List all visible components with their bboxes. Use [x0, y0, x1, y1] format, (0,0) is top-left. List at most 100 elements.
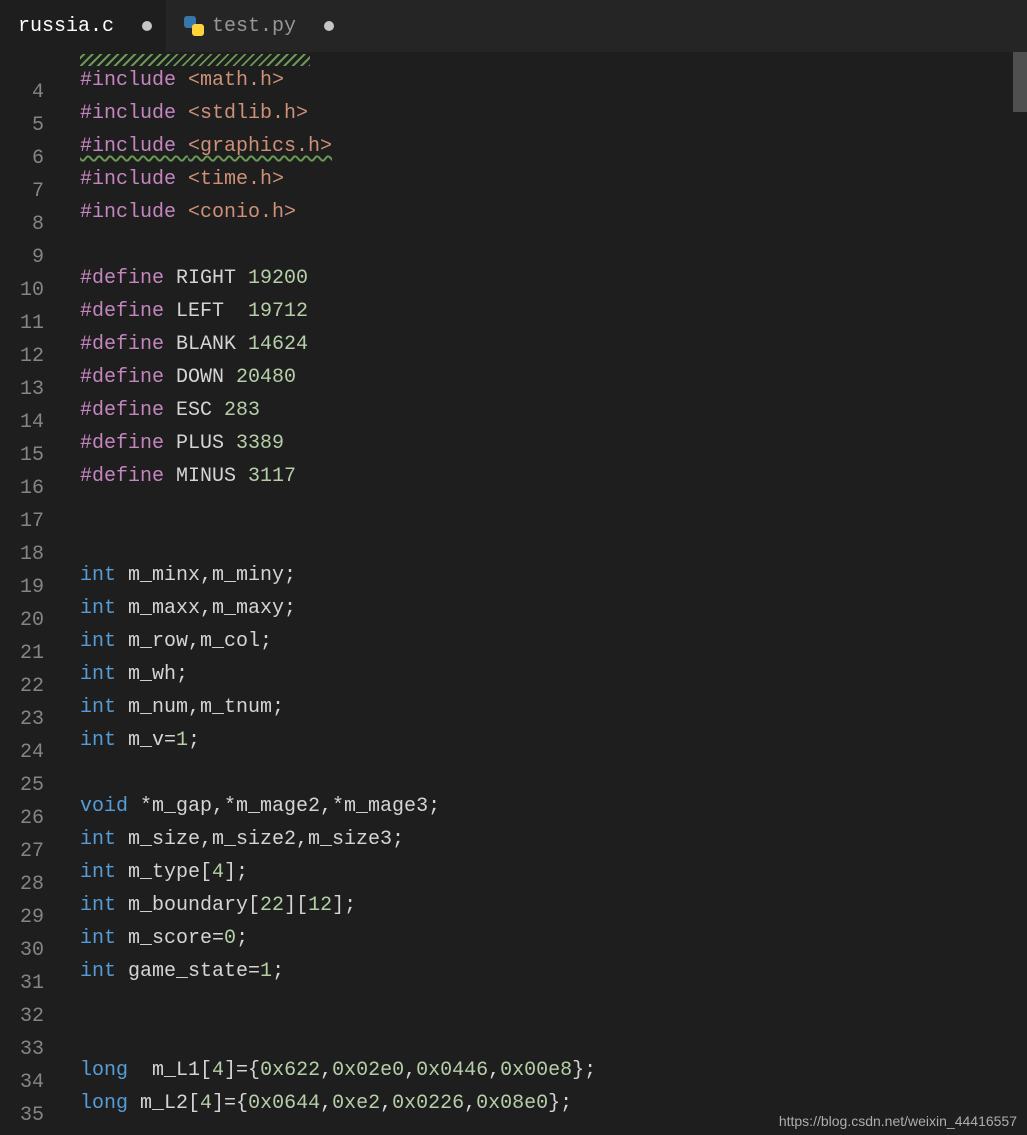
code-token: }; [548, 1092, 572, 1115]
code-line[interactable]: int m_maxx,m_maxy; [80, 592, 1027, 625]
code-token: #include [80, 201, 188, 224]
code-token: m_num,m_tnum; [116, 696, 284, 719]
line-number: 34 [0, 1066, 44, 1099]
code-token: 0x00e8 [500, 1059, 572, 1082]
editor-tab-russia-c[interactable]: russia.c [0, 0, 166, 52]
code-token: *m_gap,*m_mage2,*m_mage3; [128, 795, 440, 818]
code-token: #include [80, 69, 188, 92]
code-token: ]={ [212, 1092, 248, 1115]
code-token: DOWN [164, 366, 236, 389]
line-number: 16 [0, 472, 44, 505]
code-token: BLANK [164, 333, 248, 356]
code-line[interactable]: int m_score=0; [80, 922, 1027, 955]
code-token: int [80, 861, 116, 884]
code-line[interactable] [80, 757, 1027, 790]
line-number: 35 [0, 1099, 44, 1132]
code-token: <math.h> [188, 69, 284, 92]
code-token: ]; [332, 894, 356, 917]
code-token: int [80, 894, 116, 917]
code-line[interactable]: #define BLANK 14624 [80, 328, 1027, 361]
code-line[interactable]: int m_type[4]; [80, 856, 1027, 889]
code-line[interactable]: #define RIGHT 19200 [80, 262, 1027, 295]
code-area[interactable]: #include <math.h>#include <stdlib.h>#inc… [62, 52, 1027, 1135]
code-line[interactable]: #include <time.h> [80, 163, 1027, 196]
code-token: 22 [260, 894, 284, 917]
code-token: m_minx,m_miny; [116, 564, 296, 587]
code-token: void [80, 795, 128, 818]
code-line[interactable]: #define ESC 283 [80, 394, 1027, 427]
code-token: long [80, 1092, 128, 1115]
code-line[interactable]: #include <stdlib.h> [80, 97, 1027, 130]
code-token: m_size,m_size2,m_size3; [116, 828, 404, 851]
code-token: #define [80, 399, 164, 422]
code-line[interactable]: int m_wh; [80, 658, 1027, 691]
vertical-scrollbar[interactable] [1013, 52, 1027, 112]
line-number: 11 [0, 307, 44, 340]
code-token: ; [236, 927, 248, 950]
code-token: m_L1[ [128, 1059, 212, 1082]
editor-tab-test-py[interactable]: test.py [166, 0, 348, 52]
code-line[interactable]: void *m_gap,*m_mage2,*m_mage3; [80, 790, 1027, 823]
line-number: 33 [0, 1033, 44, 1066]
code-editor[interactable]: 4567891011121314151617181920212223242526… [0, 52, 1027, 1135]
code-line[interactable]: int m_v=1; [80, 724, 1027, 757]
code-line[interactable] [80, 493, 1027, 526]
code-line[interactable] [80, 1021, 1027, 1054]
code-token: <conio.h> [188, 201, 296, 224]
code-token: <graphics.h> [188, 135, 332, 158]
code-token: 3117 [248, 465, 296, 488]
code-token: , [380, 1092, 392, 1115]
code-token: 4 [212, 1059, 224, 1082]
code-line[interactable] [80, 988, 1027, 1021]
code-token: , [488, 1059, 500, 1082]
code-line[interactable]: int m_boundary[22][12]; [80, 889, 1027, 922]
code-line[interactable]: long m_L1[4]={0x622,0x02e0,0x0446,0x00e8… [80, 1054, 1027, 1087]
code-token: int [80, 828, 116, 851]
line-number: 12 [0, 340, 44, 373]
code-token: int [80, 630, 116, 653]
code-line[interactable]: #define DOWN 20480 [80, 361, 1027, 394]
code-token: 19200 [248, 267, 308, 290]
line-number: 18 [0, 538, 44, 571]
code-token: ][ [284, 894, 308, 917]
line-number: 21 [0, 637, 44, 670]
code-token: PLUS [164, 432, 236, 455]
code-line[interactable] [80, 229, 1027, 262]
code-line[interactable]: int m_num,m_tnum; [80, 691, 1027, 724]
code-line[interactable]: #define LEFT 19712 [80, 295, 1027, 328]
code-line[interactable]: #include <math.h> [80, 64, 1027, 97]
code-token: , [320, 1092, 332, 1115]
code-token: 12 [308, 894, 332, 917]
code-line[interactable]: #include <conio.h> [80, 196, 1027, 229]
code-line[interactable]: int m_minx,m_miny; [80, 559, 1027, 592]
code-line[interactable]: int m_row,m_col; [80, 625, 1027, 658]
python-icon [184, 16, 204, 36]
line-number: 17 [0, 505, 44, 538]
line-number: 29 [0, 901, 44, 934]
code-token: , [320, 1059, 332, 1082]
code-line[interactable] [80, 526, 1027, 559]
code-line[interactable]: #define MINUS 3117 [80, 460, 1027, 493]
code-token: 0 [224, 927, 236, 950]
code-line[interactable]: #define PLUS 3389 [80, 427, 1027, 460]
code-line[interactable]: int m_size,m_size2,m_size3; [80, 823, 1027, 856]
code-token: game_state= [116, 960, 260, 983]
line-number: 14 [0, 406, 44, 439]
line-number: 27 [0, 835, 44, 868]
code-token: m_type[ [116, 861, 212, 884]
code-token: 283 [224, 399, 260, 422]
line-number: 13 [0, 373, 44, 406]
code-token: 1 [176, 729, 188, 752]
line-number: 26 [0, 802, 44, 835]
line-number: 31 [0, 967, 44, 1000]
code-token: 0x08e0 [476, 1092, 548, 1115]
code-token: int [80, 729, 116, 752]
code-token: m_wh; [116, 663, 188, 686]
code-token: <stdlib.h> [188, 102, 308, 125]
code-line[interactable]: #include <graphics.h> [80, 130, 1027, 163]
code-token: int [80, 696, 116, 719]
line-number: 22 [0, 670, 44, 703]
line-number: 30 [0, 934, 44, 967]
line-number: 32 [0, 1000, 44, 1033]
code-line[interactable]: int game_state=1; [80, 955, 1027, 988]
